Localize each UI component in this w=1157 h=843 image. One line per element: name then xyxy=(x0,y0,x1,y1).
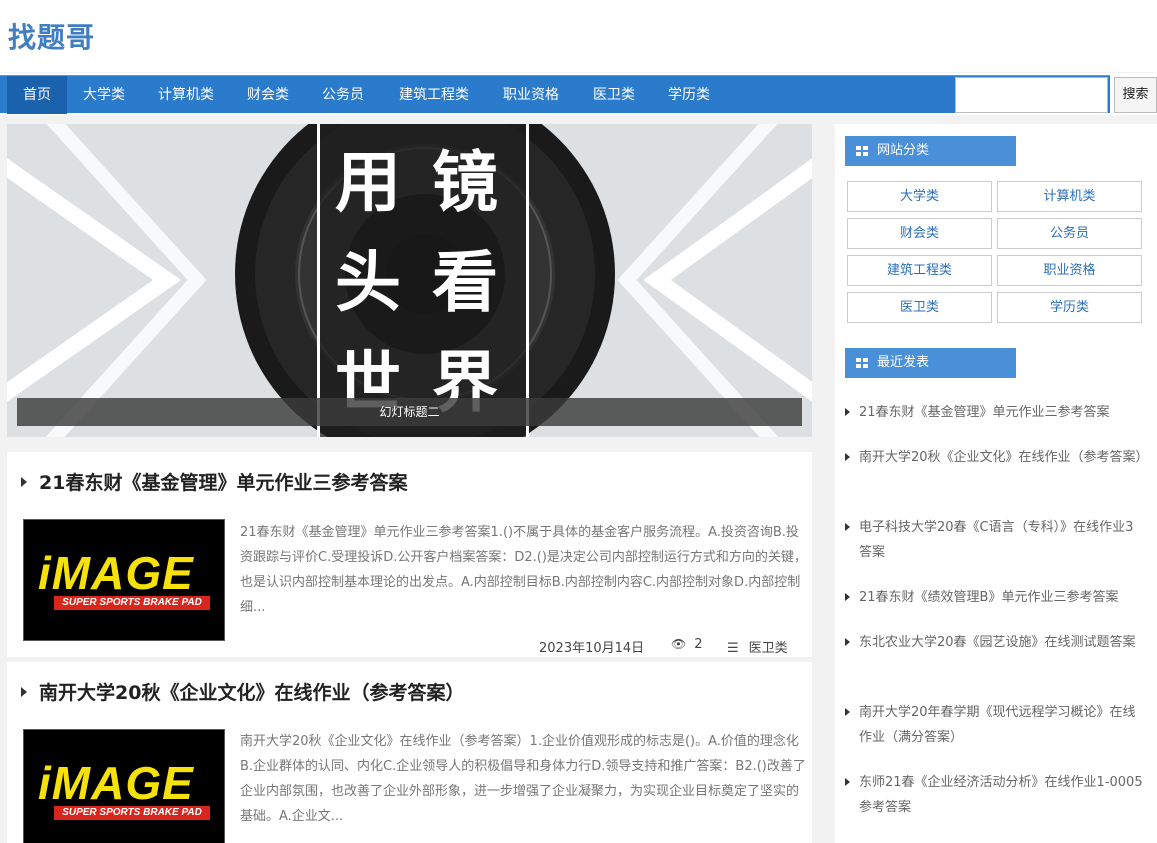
nav-item-medical[interactable]: 医卫类 xyxy=(582,76,646,114)
nav-item-construction[interactable]: 建筑工程类 xyxy=(386,76,482,114)
post-thumbnail[interactable]: iMAGE SUPER SPORTS BRAKE PAD xyxy=(23,729,225,843)
post-category: ☰ 医卫类 xyxy=(727,637,788,656)
post-title[interactable]: 21春东财《基金管理》单元作业三参考答案 xyxy=(21,468,407,495)
slide-char: 镜 xyxy=(432,144,498,221)
categories-heading: 网站分类 xyxy=(845,136,1016,166)
nav-item-vocational[interactable]: 职业资格 xyxy=(492,76,570,114)
post-title-text[interactable]: 21春东财《基金管理》单元作业三参考答案 xyxy=(39,472,407,494)
caret-right-icon xyxy=(845,453,850,461)
post-title[interactable]: 南开大学20秋《企业文化》在线作业（参考答案） xyxy=(21,678,464,705)
nav-item-university[interactable]: 大学类 xyxy=(72,76,136,114)
recent-post-title[interactable]: 东师21春《企业经济活动分析》在线作业1-0005参考答案 xyxy=(859,775,1143,815)
search-input[interactable] xyxy=(955,77,1108,113)
recent-post-title[interactable]: 南开大学20秋《企业文化》在线作业（参考答案） xyxy=(859,450,1149,465)
nav-item-computer[interactable]: 计算机类 xyxy=(146,76,226,114)
caret-right-icon xyxy=(845,778,850,786)
category-vocational[interactable]: 职业资格 xyxy=(997,255,1142,286)
recent-post-title[interactable]: 东北农业大学20春《园艺设施》在线测试题答案 xyxy=(859,635,1136,650)
category-education[interactable]: 学历类 xyxy=(997,292,1142,323)
slide-char: 头 xyxy=(335,244,401,321)
caret-right-icon xyxy=(845,708,850,716)
recent-post-link[interactable]: 21春东财《绩效管理B》单元作业三参考答案 xyxy=(845,585,1145,610)
grid-icon xyxy=(856,146,868,156)
sidebar: 网站分类 大学类 计算机类 财会类 公务员 建筑工程类 职业资格 医卫类 学历类… xyxy=(835,124,1157,843)
recent-heading: 最近发表 xyxy=(845,348,1016,378)
post-date: 2023年10月14日 xyxy=(539,641,645,656)
caret-right-icon xyxy=(21,477,27,487)
slide-caption-bar: 幻灯标题二 xyxy=(17,398,802,426)
post-thumbnail[interactable]: iMAGE SUPER SPORTS BRAKE PAD xyxy=(23,519,225,641)
caret-right-icon xyxy=(21,687,27,697)
main-nav: 首页 大学类 计算机类 财会类 公务员 建筑工程类 职业资格 医卫类 学历类 搜… xyxy=(0,73,1157,115)
caret-right-icon xyxy=(845,593,850,601)
slide-caption[interactable]: 幻灯标题二 xyxy=(17,398,802,426)
slide-char: 用 xyxy=(335,144,401,221)
list-icon: ☰ xyxy=(727,641,739,656)
recent-post-link[interactable]: 电子科技大学20春《C语言（专科）》在线作业3答案 xyxy=(845,515,1145,565)
recent-post-link[interactable]: 南开大学20秋《企业文化》在线作业（参考答案） xyxy=(845,445,1149,470)
recent-post-link[interactable]: 东师21春《企业经济活动分析》在线作业1-0005参考答案 xyxy=(845,770,1145,820)
nav-item-home[interactable]: 首页 xyxy=(7,76,67,114)
site-logo[interactable]: 找题哥 xyxy=(8,16,95,56)
caret-right-icon xyxy=(845,523,850,531)
thumbnail-brand: iMAGE xyxy=(38,547,194,599)
categories-heading-text: 网站分类 xyxy=(877,143,930,158)
recent-post-title[interactable]: 21春东财《基金管理》单元作业三参考答案 xyxy=(859,405,1110,420)
post-excerpt: 南开大学20秋《企业文化》在线作业（参考答案）1.企业价值观形成的标志是()。A… xyxy=(240,734,806,824)
recent-post-title[interactable]: 21春东财《绩效管理B》单元作业三参考答案 xyxy=(859,590,1118,605)
caret-right-icon xyxy=(845,408,850,416)
post-card: 21春东财《基金管理》单元作业三参考答案 iMAGE SUPER SPORTS … xyxy=(7,452,812,657)
slider-text-panel: 用 镜 头 看 世 界 xyxy=(317,124,529,437)
category-accounting[interactable]: 财会类 xyxy=(847,218,992,249)
category-university[interactable]: 大学类 xyxy=(847,181,992,212)
post-category-link[interactable]: 医卫类 xyxy=(749,641,788,656)
post-views: 👁 2 xyxy=(671,637,703,652)
post-excerpt: 21春东财《基金管理》单元作业三参考答案1.()不属于具体的基金客户服务流程。A… xyxy=(240,525,807,615)
grid-icon xyxy=(856,358,868,368)
site-header: 找题哥 xyxy=(0,0,1157,72)
recent-post-title[interactable]: 南开大学20年春学期《现代远程学习概论》在线作业（满分答案） xyxy=(859,705,1136,745)
thumbnail-tagline: SUPER SPORTS BRAKE PAD xyxy=(54,596,210,610)
hero-slider[interactable]: 用 镜 头 看 世 界 幻灯标题二 xyxy=(7,124,812,437)
recent-post-link[interactable]: 南开大学20年春学期《现代远程学习概论》在线作业（满分答案） xyxy=(845,700,1145,750)
nav-bar: 首页 大学类 计算机类 财会类 公务员 建筑工程类 职业资格 医卫类 学历类 xyxy=(0,75,1110,114)
category-medical[interactable]: 医卫类 xyxy=(847,292,992,323)
post-title-text[interactable]: 南开大学20秋《企业文化》在线作业（参考答案） xyxy=(39,682,464,704)
nav-item-education[interactable]: 学历类 xyxy=(657,76,721,114)
search-button[interactable]: 搜索 xyxy=(1114,77,1157,113)
thumbnail-tagline: SUPER SPORTS BRAKE PAD xyxy=(54,806,210,820)
eye-icon: 👁 xyxy=(671,637,687,651)
caret-right-icon xyxy=(845,638,850,646)
category-civil-service[interactable]: 公务员 xyxy=(997,218,1142,249)
recent-post-link[interactable]: 21春东财《基金管理》单元作业三参考答案 xyxy=(845,400,1145,425)
recent-post-link[interactable]: 东北农业大学20春《园艺设施》在线测试题答案 xyxy=(845,630,1145,655)
nav-item-accounting[interactable]: 财会类 xyxy=(236,76,300,114)
thumbnail-brand: iMAGE xyxy=(38,757,194,809)
recent-heading-text: 最近发表 xyxy=(877,355,930,370)
recent-post-title[interactable]: 电子科技大学20春《C语言（专科）》在线作业3答案 xyxy=(859,520,1133,560)
category-construction[interactable]: 建筑工程类 xyxy=(847,255,992,286)
category-computer[interactable]: 计算机类 xyxy=(997,181,1142,212)
slide-char: 看 xyxy=(432,244,498,321)
nav-item-civil-service[interactable]: 公务员 xyxy=(311,76,375,114)
views-count: 2 xyxy=(694,637,703,652)
post-card: 南开大学20秋《企业文化》在线作业（参考答案） iMAGE SUPER SPOR… xyxy=(7,662,812,843)
